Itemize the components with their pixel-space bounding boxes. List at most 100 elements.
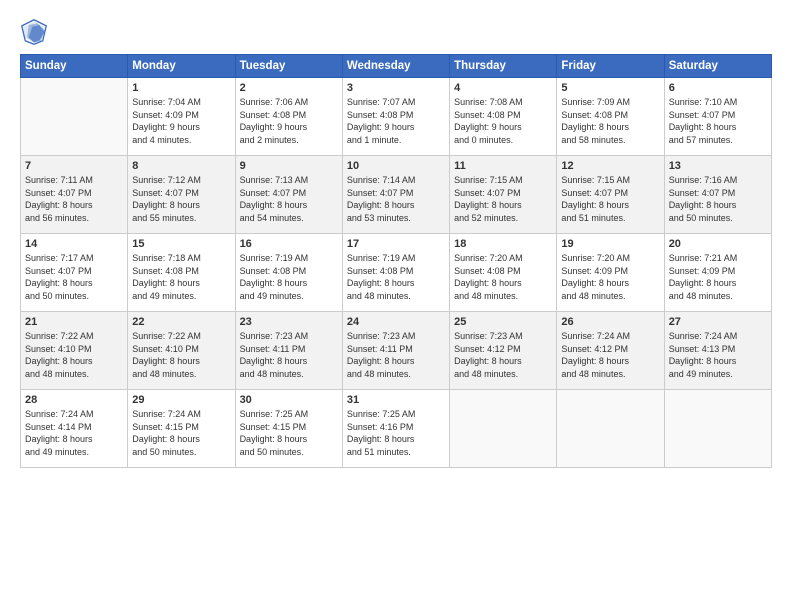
col-header-monday: Monday: [128, 55, 235, 78]
calendar-cell: 20 Sunrise: 7:21 AM Sunset: 4:09 PM Dayli…: [664, 234, 771, 312]
calendar-header: SundayMondayTuesdayWednesdayThursdayFrid…: [21, 55, 772, 78]
calendar-cell: 5 Sunrise: 7:09 AM Sunset: 4:08 PM Daylig…: [557, 78, 664, 156]
day-number: 10: [347, 160, 445, 172]
day-number: 8: [132, 160, 230, 172]
calendar-cell: 26 Sunrise: 7:24 AM Sunset: 4:12 PM Dayli…: [557, 312, 664, 390]
calendar-cell: 30Sunrise: 7:25 AM Sunset: 4:15 PM Dayli…: [235, 390, 342, 468]
week-row-3: 14 Sunrise: 7:17 AM Sunset: 4:07 PM Dayli…: [21, 234, 772, 312]
calendar-cell: 31Sunrise: 7:25 AM Sunset: 4:16 PM Dayli…: [342, 390, 449, 468]
calendar-table: SundayMondayTuesdayWednesdayThursdayFrid…: [20, 54, 772, 468]
day-info: Sunrise: 7:10 AM Sunset: 4:07 PM Dayligh…: [669, 96, 767, 146]
day-info: Sunrise: 7:24 AM Sunset: 4:14 PM Dayligh…: [25, 408, 123, 458]
day-number: 13: [669, 160, 767, 172]
header: [20, 18, 772, 46]
day-number: 26: [561, 316, 659, 328]
calendar-cell: 21 Sunrise: 7:22 AM Sunset: 4:10 PM Dayli…: [21, 312, 128, 390]
calendar-cell: 8 Sunrise: 7:12 AM Sunset: 4:07 PM Daylig…: [128, 156, 235, 234]
day-info: Sunrise: 7:19 AM Sunset: 4:08 PM Dayligh…: [240, 252, 338, 302]
day-info: Sunrise: 7:15 AM Sunset: 4:07 PM Dayligh…: [454, 174, 552, 224]
day-number: 4: [454, 82, 552, 94]
calendar-cell: 10 Sunrise: 7:14 AM Sunset: 4:07 PM Dayli…: [342, 156, 449, 234]
calendar-cell: 18 Sunrise: 7:20 AM Sunset: 4:08 PM Dayli…: [450, 234, 557, 312]
day-info: Sunrise: 7:19 AM Sunset: 4:08 PM Dayligh…: [347, 252, 445, 302]
day-number: 3: [347, 82, 445, 94]
day-info: Sunrise: 7:24 AM Sunset: 4:12 PM Dayligh…: [561, 330, 659, 380]
day-number: 29: [132, 394, 230, 406]
calendar-cell: 24Sunrise: 7:23 AM Sunset: 4:11 PM Dayli…: [342, 312, 449, 390]
day-info: Sunrise: 7:12 AM Sunset: 4:07 PM Dayligh…: [132, 174, 230, 224]
day-number: 22: [132, 316, 230, 328]
day-info: Sunrise: 7:22 AM Sunset: 4:10 PM Dayligh…: [25, 330, 123, 380]
day-number: 15: [132, 238, 230, 250]
calendar-cell: 28 Sunrise: 7:24 AM Sunset: 4:14 PM Dayli…: [21, 390, 128, 468]
day-number: 6: [669, 82, 767, 94]
calendar-cell: 25 Sunrise: 7:23 AM Sunset: 4:12 PM Dayli…: [450, 312, 557, 390]
calendar-cell: 23 Sunrise: 7:23 AM Sunset: 4:11 PM Dayli…: [235, 312, 342, 390]
day-info: Sunrise: 7:06 AM Sunset: 4:08 PM Dayligh…: [240, 96, 338, 146]
day-info: Sunrise: 7:25 AM Sunset: 4:15 PM Dayligh…: [240, 408, 338, 458]
day-number: 18: [454, 238, 552, 250]
calendar-cell: 6 Sunrise: 7:10 AM Sunset: 4:07 PM Daylig…: [664, 78, 771, 156]
logo: [20, 18, 52, 46]
calendar-cell: 17 Sunrise: 7:19 AM Sunset: 4:08 PM Dayli…: [342, 234, 449, 312]
day-info: Sunrise: 7:22 AM Sunset: 4:10 PM Dayligh…: [132, 330, 230, 380]
day-info: Sunrise: 7:13 AM Sunset: 4:07 PM Dayligh…: [240, 174, 338, 224]
calendar-cell: [21, 78, 128, 156]
calendar-cell: 27 Sunrise: 7:24 AM Sunset: 4:13 PM Dayli…: [664, 312, 771, 390]
calendar-cell: 4 Sunrise: 7:08 AM Sunset: 4:08 PM Daylig…: [450, 78, 557, 156]
day-info: Sunrise: 7:20 AM Sunset: 4:09 PM Dayligh…: [561, 252, 659, 302]
calendar-cell: 14 Sunrise: 7:17 AM Sunset: 4:07 PM Dayli…: [21, 234, 128, 312]
day-info: Sunrise: 7:25 AM Sunset: 4:16 PM Dayligh…: [347, 408, 445, 458]
week-row-1: 1 Sunrise: 7:04 AM Sunset: 4:09 PM Daylig…: [21, 78, 772, 156]
day-number: 14: [25, 238, 123, 250]
day-info: Sunrise: 7:09 AM Sunset: 4:08 PM Dayligh…: [561, 96, 659, 146]
day-number: 27: [669, 316, 767, 328]
week-row-5: 28 Sunrise: 7:24 AM Sunset: 4:14 PM Dayli…: [21, 390, 772, 468]
day-number: 20: [669, 238, 767, 250]
day-number: 12: [561, 160, 659, 172]
calendar-cell: 11Sunrise: 7:15 AM Sunset: 4:07 PM Dayli…: [450, 156, 557, 234]
calendar-cell: 7 Sunrise: 7:11 AM Sunset: 4:07 PM Daylig…: [21, 156, 128, 234]
calendar-cell: 29 Sunrise: 7:24 AM Sunset: 4:15 PM Dayli…: [128, 390, 235, 468]
day-info: Sunrise: 7:17 AM Sunset: 4:07 PM Dayligh…: [25, 252, 123, 302]
col-header-thursday: Thursday: [450, 55, 557, 78]
day-number: 25: [454, 316, 552, 328]
day-info: Sunrise: 7:04 AM Sunset: 4:09 PM Dayligh…: [132, 96, 230, 146]
col-header-wednesday: Wednesday: [342, 55, 449, 78]
day-info: Sunrise: 7:08 AM Sunset: 4:08 PM Dayligh…: [454, 96, 552, 146]
calendar-cell: 3 Sunrise: 7:07 AM Sunset: 4:08 PM Daylig…: [342, 78, 449, 156]
day-info: Sunrise: 7:20 AM Sunset: 4:08 PM Dayligh…: [454, 252, 552, 302]
day-info: Sunrise: 7:23 AM Sunset: 4:11 PM Dayligh…: [240, 330, 338, 380]
week-row-4: 21 Sunrise: 7:22 AM Sunset: 4:10 PM Dayli…: [21, 312, 772, 390]
day-number: 23: [240, 316, 338, 328]
day-info: Sunrise: 7:23 AM Sunset: 4:12 PM Dayligh…: [454, 330, 552, 380]
calendar-cell: [557, 390, 664, 468]
day-number: 17: [347, 238, 445, 250]
day-info: Sunrise: 7:24 AM Sunset: 4:15 PM Dayligh…: [132, 408, 230, 458]
day-number: 7: [25, 160, 123, 172]
calendar-cell: 16 Sunrise: 7:19 AM Sunset: 4:08 PM Dayli…: [235, 234, 342, 312]
day-number: 5: [561, 82, 659, 94]
col-header-sunday: Sunday: [21, 55, 128, 78]
col-header-saturday: Saturday: [664, 55, 771, 78]
header-row: SundayMondayTuesdayWednesdayThursdayFrid…: [21, 55, 772, 78]
day-number: 28: [25, 394, 123, 406]
day-info: Sunrise: 7:21 AM Sunset: 4:09 PM Dayligh…: [669, 252, 767, 302]
day-number: 19: [561, 238, 659, 250]
day-number: 16: [240, 238, 338, 250]
week-row-2: 7 Sunrise: 7:11 AM Sunset: 4:07 PM Daylig…: [21, 156, 772, 234]
day-info: Sunrise: 7:18 AM Sunset: 4:08 PM Dayligh…: [132, 252, 230, 302]
calendar-cell: 15 Sunrise: 7:18 AM Sunset: 4:08 PM Dayli…: [128, 234, 235, 312]
day-number: 1: [132, 82, 230, 94]
day-info: Sunrise: 7:14 AM Sunset: 4:07 PM Dayligh…: [347, 174, 445, 224]
day-info: Sunrise: 7:07 AM Sunset: 4:08 PM Dayligh…: [347, 96, 445, 146]
calendar-cell: 19 Sunrise: 7:20 AM Sunset: 4:09 PM Dayli…: [557, 234, 664, 312]
day-info: Sunrise: 7:15 AM Sunset: 4:07 PM Dayligh…: [561, 174, 659, 224]
day-info: Sunrise: 7:24 AM Sunset: 4:13 PM Dayligh…: [669, 330, 767, 380]
logo-icon: [20, 18, 48, 46]
day-number: 21: [25, 316, 123, 328]
calendar-cell: 9Sunrise: 7:13 AM Sunset: 4:07 PM Daylig…: [235, 156, 342, 234]
calendar-cell: 2Sunrise: 7:06 AM Sunset: 4:08 PM Daylig…: [235, 78, 342, 156]
day-info: Sunrise: 7:11 AM Sunset: 4:07 PM Dayligh…: [25, 174, 123, 224]
calendar-cell: 1 Sunrise: 7:04 AM Sunset: 4:09 PM Daylig…: [128, 78, 235, 156]
